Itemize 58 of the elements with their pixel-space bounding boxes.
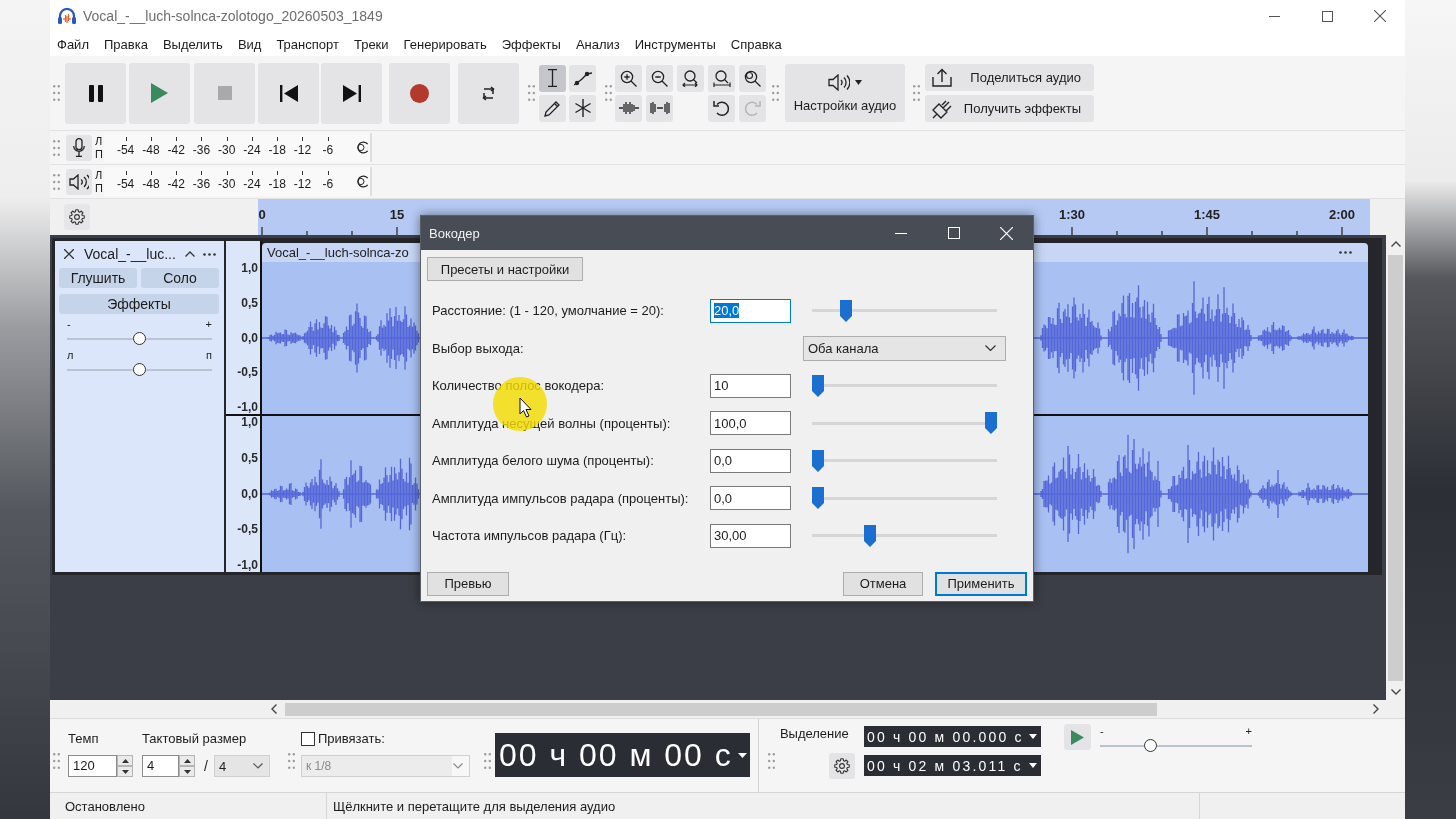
snap-label: Привязать: [317, 731, 385, 747]
meter-scale-label: -30 [218, 142, 236, 157]
meter-scale-label: -18 [268, 142, 286, 157]
channel-label: П [95, 147, 104, 161]
window-title: Vocal_-__luch-solnca-zolotogo_20260503_1849 [83, 8, 383, 24]
meter-scale-label: -42 [167, 176, 185, 191]
time-signature-label: Тактовый размер [142, 731, 248, 747]
time-label: 1:30 [1059, 207, 1085, 222]
meter-scale-label: -6 [322, 142, 334, 157]
time-label: 15 [389, 207, 405, 222]
amplitude-label: -0,5 [237, 523, 258, 537]
meter-scale-label: -54 [116, 142, 135, 157]
gain-min-label: - [67, 318, 71, 330]
parameter-label: Выбор выхода: [432, 340, 525, 356]
meter-scale-label: -36 [192, 176, 211, 191]
channel-label: Л [95, 168, 104, 182]
amplitude-label: 0,5 [241, 296, 258, 310]
meter-scale-label: -18 [268, 176, 286, 191]
amplitude-label: -1,0 [237, 401, 258, 414]
time-label: 1:45 [1194, 207, 1220, 222]
amplitude-label: -0,5 [237, 366, 258, 380]
time-label: 2:00 [1329, 207, 1355, 222]
speed-min-label: - [1099, 725, 1104, 737]
amplitude-label: 0,5 [241, 451, 258, 465]
meter-scale-label: -54 [116, 176, 135, 191]
status-text: Щёлкните и перетащите для выделения аудио [333, 798, 616, 814]
meter-scale-label: -12 [293, 176, 312, 191]
fraction-slash: / [204, 758, 208, 774]
amplitude-label: 0,0 [241, 331, 258, 345]
meter-scale-label: -24 [243, 142, 261, 157]
clip-name: Vocal_-__luch-solnca-zo [267, 245, 409, 260]
status-text: Остановлено [65, 798, 145, 814]
meter-scale-label: -48 [142, 176, 160, 191]
amplitude-label: -1,0 [237, 559, 258, 572]
selection-label: Выделение [779, 726, 849, 742]
channel-label: П [95, 181, 104, 195]
dialog-title: Вокодер [429, 225, 480, 241]
meter-scale-label: -12 [293, 142, 312, 157]
speed-max-label: + [1245, 725, 1252, 737]
meter-scale-label: -6 [322, 176, 334, 191]
parameter-label: Амплитуда белого шума (проценты): [432, 453, 655, 469]
tempo-label: Темп [68, 731, 100, 747]
parameter-label: Амплитуда импульсов радара (проценты): [432, 490, 690, 506]
parameter-label: Частота импульсов радара (Гц): [432, 528, 628, 544]
amplitude-label: 1,0 [241, 262, 258, 275]
meter-scale-label: -42 [167, 142, 185, 157]
meter-scale-label: -48 [142, 142, 160, 157]
gain-max-label: + [205, 318, 212, 330]
meter-scale-label: -30 [218, 176, 236, 191]
amplitude-label: 0,0 [241, 487, 258, 501]
meter-scale-label: -36 [192, 142, 211, 157]
pan-left-label: л [67, 349, 74, 361]
meter-scale-label: -24 [243, 176, 261, 191]
amplitude-label: 1,0 [241, 416, 258, 429]
channel-label: Л [95, 134, 104, 148]
parameter-label: Расстояние: (1 - 120, умолчание = 20): [432, 303, 665, 319]
pan-right-label: п [206, 349, 212, 361]
time-label: 0 [258, 207, 266, 222]
